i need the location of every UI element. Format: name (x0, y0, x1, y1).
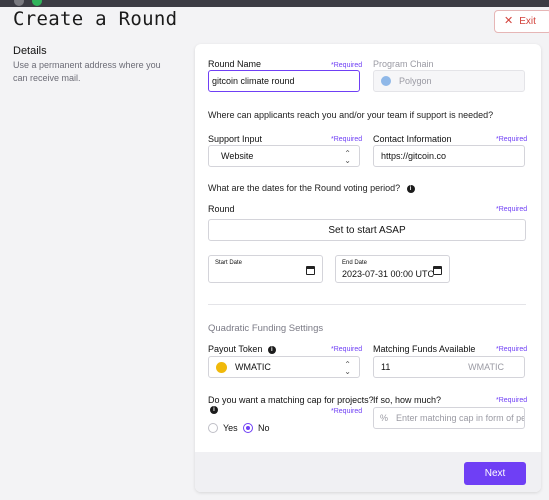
payout-token-label-text: Payout Token (208, 344, 263, 354)
contact-info-value: https://gitcoin.co (381, 151, 447, 161)
exit-label: Exit (519, 16, 536, 27)
matching-cap-no-label[interactable]: No (258, 423, 270, 433)
payout-token-select[interactable]: WMATIC ⌃ ⌄ (208, 356, 360, 378)
support-input-select[interactable]: Website ⌃ ⌄ (208, 145, 360, 167)
round-label: Round (208, 204, 235, 214)
window-control-icon (14, 0, 24, 6)
support-question: Where can applicants reach you and/or yo… (208, 110, 494, 120)
round-name-required: *Required (331, 62, 363, 69)
percent-icon: % (380, 413, 389, 423)
support-input-value: Website (221, 151, 254, 161)
set-to-start-asap-button[interactable]: Set to start ASAP (208, 219, 526, 241)
program-chain-value: Polygon (399, 76, 432, 86)
program-chain-label: Program Chain (373, 59, 434, 69)
matching-cap-required: *Required (331, 408, 363, 415)
contact-info-input[interactable]: https://gitcoin.co (373, 145, 525, 167)
matching-cap-yes-label[interactable]: Yes (223, 423, 238, 433)
details-description: Use a permanent address where you can re… (13, 60, 161, 83)
matching-cap-no-radio[interactable] (243, 423, 253, 433)
start-date-input[interactable]: Start Date (208, 255, 323, 283)
payout-token-value: WMATIC (235, 362, 271, 372)
end-date-label: End Date (342, 260, 368, 266)
support-input-label: Support Input (208, 134, 263, 144)
dates-question-text: What are the dates for the Round voting … (208, 183, 401, 193)
dates-question: What are the dates for the Round voting … (208, 183, 415, 193)
matching-funds-label: Matching Funds Available (373, 344, 476, 354)
program-chain-field: Polygon (373, 70, 525, 92)
calendar-icon[interactable] (306, 266, 315, 275)
end-date-input[interactable]: End Date 2023-07-31 00:00 UTC (335, 255, 450, 283)
contact-info-label: Contact Information (373, 134, 452, 144)
matching-cap-amount-input[interactable]: % Enter matching cap in form of pen (373, 407, 525, 429)
create-round-form: Round Name *Required gitcoin climate rou… (195, 44, 541, 492)
next-label: Next (484, 468, 506, 479)
payout-token-label: Payout Token i (208, 344, 276, 354)
start-date-label: Start Date (215, 260, 243, 266)
browser-top-strip (0, 0, 549, 7)
section-divider (208, 304, 526, 305)
matching-funds-unit: WMATIC (468, 362, 504, 372)
matching-funds-value: 11 (381, 362, 391, 372)
exit-button[interactable]: ✕ Exit (494, 10, 549, 33)
matching-cap-amount-placeholder: Enter matching cap in form of pen (396, 413, 524, 423)
close-icon: ✕ (504, 15, 514, 27)
matching-cap-question: Do you want a matching cap for projects? (208, 395, 374, 405)
info-icon[interactable]: i (267, 345, 276, 354)
matching-funds-required: *Required (496, 346, 528, 353)
qf-settings-heading: Quadratic Funding Settings (208, 323, 324, 334)
support-input-required: *Required (331, 136, 363, 143)
payout-token-required: *Required (331, 346, 363, 353)
matching-cap-amount-label: If so, how much? (373, 395, 442, 405)
polygon-icon (381, 76, 391, 86)
matching-cap-amount-required: *Required (496, 397, 528, 404)
info-icon[interactable]: i (210, 406, 218, 414)
round-value: Set to start ASAP (328, 224, 406, 236)
matching-cap-yes-radio[interactable] (208, 423, 218, 433)
window-control-icon (32, 0, 42, 6)
round-required: *Required (496, 206, 528, 213)
info-icon[interactable]: i (406, 184, 415, 193)
round-name-label: Round Name (208, 59, 262, 69)
round-name-input[interactable]: gitcoin climate round (208, 70, 360, 92)
matching-funds-input[interactable]: 11 WMATIC (373, 356, 525, 378)
contact-info-required: *Required (496, 136, 528, 143)
wmatic-icon (216, 361, 227, 373)
round-name-value: gitcoin climate round (212, 76, 295, 86)
next-button[interactable]: Next (464, 462, 526, 485)
calendar-icon[interactable] (433, 266, 442, 275)
page-title: Create a Round (13, 8, 178, 30)
chevron-up-down-icon: ⌃ ⌄ (344, 149, 351, 165)
chevron-up-down-icon: ⌃ ⌄ (344, 360, 351, 376)
details-heading: Details (13, 45, 47, 57)
end-date-value: 2023-07-31 00:00 UTC (342, 269, 435, 279)
